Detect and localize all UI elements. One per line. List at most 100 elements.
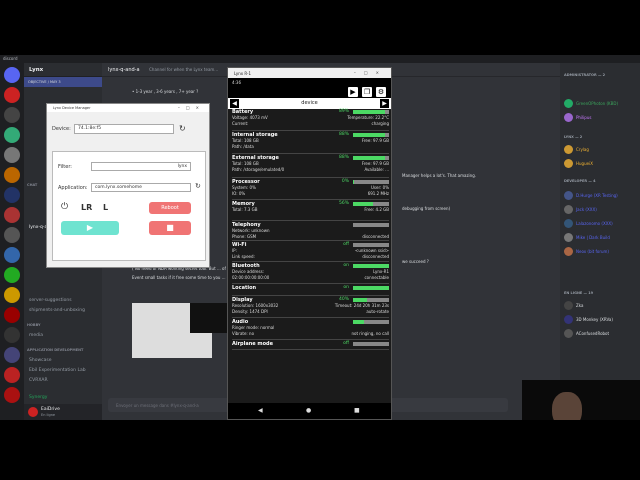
info-value: Free: 4.2 GB bbox=[364, 207, 389, 212]
avatar bbox=[564, 191, 573, 200]
stop-button[interactable]: ■ bbox=[149, 221, 191, 235]
arrow-right-icon[interactable]: ▶ bbox=[380, 99, 389, 108]
l-button[interactable]: L bbox=[103, 203, 108, 212]
play-button[interactable]: ▶ bbox=[61, 221, 119, 235]
user-status: En ligne bbox=[41, 413, 56, 417]
channel-item[interactable]: shipments-and-unboxing bbox=[29, 308, 85, 313]
info-section: Battery 89% Voltage: 4073 mV Temperature: 2… bbox=[232, 109, 389, 131]
channel-item[interactable]: Showcase bbox=[29, 358, 52, 363]
info-value: Temperature: 22.2°C bbox=[347, 115, 389, 120]
info-key: Vibrate: no bbox=[232, 331, 255, 336]
usage-bar bbox=[353, 264, 389, 268]
server-icon[interactable] bbox=[4, 367, 20, 383]
settings-icon[interactable]: ⚙ bbox=[376, 87, 386, 97]
usage-bar bbox=[353, 180, 389, 184]
info-key: Voltage: 4073 mV bbox=[232, 115, 268, 120]
info-section: Bluetooth on Device address: Lynx-R1 02:00:0… bbox=[232, 263, 389, 284]
copy-icon[interactable]: ❐ bbox=[362, 87, 372, 97]
server-icon[interactable] bbox=[4, 227, 20, 243]
usage-bar bbox=[353, 110, 389, 114]
server-icon[interactable] bbox=[4, 347, 20, 363]
info-value: disconnected bbox=[362, 254, 389, 259]
member-category: DEVELOPER — 4 bbox=[564, 179, 596, 183]
back-icon[interactable]: ◀ bbox=[258, 407, 263, 414]
section-percent: 89% bbox=[338, 109, 349, 114]
server-icon[interactable] bbox=[4, 107, 20, 123]
refresh-icon[interactable]: ↻ bbox=[195, 182, 201, 190]
server-icon[interactable] bbox=[4, 207, 20, 223]
info-key: Network: unknown bbox=[232, 228, 270, 233]
channel-item[interactable]: server-suggestions bbox=[29, 298, 72, 303]
recents-icon[interactable]: ■ bbox=[354, 407, 360, 414]
usage-bar bbox=[353, 243, 389, 247]
channel-item[interactable]: CVRXAR bbox=[29, 378, 48, 383]
server-icon[interactable] bbox=[4, 287, 20, 303]
arrow-left-icon[interactable]: ◀ bbox=[230, 99, 239, 108]
channel-item[interactable]: media bbox=[29, 333, 43, 338]
app-titlebar: discord bbox=[0, 55, 640, 63]
filter-input[interactable]: lynx bbox=[91, 162, 191, 171]
window-title: Lynx R-1 bbox=[234, 71, 252, 76]
info-key: Link speed: bbox=[232, 254, 255, 259]
page-header: ◀ device ▶ bbox=[228, 98, 391, 109]
refresh-icon[interactable]: ↻ bbox=[179, 124, 186, 133]
avatar[interactable] bbox=[28, 407, 38, 417]
channel-title: lynx-q-and-a bbox=[108, 67, 140, 73]
server-icon[interactable] bbox=[4, 247, 20, 263]
avatar bbox=[564, 159, 573, 168]
section-percent: 88% bbox=[338, 132, 349, 137]
info-value: Lynx-R1 bbox=[373, 269, 389, 274]
message-text: • 1-3 year , 3-6 years , 7+ year ? bbox=[132, 89, 199, 94]
usage-bar-fill bbox=[353, 133, 385, 137]
usage-bar bbox=[353, 298, 389, 302]
server-icon[interactable] bbox=[4, 327, 20, 343]
avatar bbox=[564, 99, 573, 108]
server-icon[interactable] bbox=[4, 307, 20, 323]
member-name: GreenOPhoton (KBD) bbox=[576, 101, 619, 106]
server-icon[interactable] bbox=[4, 167, 20, 183]
reboot-button[interactable]: Reboot bbox=[149, 202, 191, 214]
play-icon[interactable]: ▶ bbox=[348, 87, 358, 97]
power-icon[interactable]: ⏻ bbox=[61, 202, 68, 212]
member-list: ADMINISTRATOR — 2 GreenOPhoton (KBD) Phi… bbox=[560, 63, 640, 420]
section-percent: off bbox=[343, 242, 349, 247]
android-status-bar: 4:36 bbox=[228, 78, 391, 86]
application-select[interactable]: com.lynx.somehome bbox=[91, 183, 191, 192]
member-name: 3D Monkey (XRVa) bbox=[576, 317, 613, 322]
info-key: Resolution: 1600x3032 bbox=[232, 303, 279, 308]
server-icon[interactable] bbox=[4, 127, 20, 143]
voice-status[interactable]: Synergy bbox=[29, 395, 47, 400]
lr-button[interactable]: LR bbox=[81, 203, 92, 212]
home-icon[interactable]: ● bbox=[306, 407, 311, 414]
info-key: Total: 7.3 GB bbox=[232, 207, 258, 212]
usage-bar bbox=[353, 133, 389, 137]
info-key: Total: 108 GB bbox=[232, 138, 259, 143]
info-section: Display 40% Resolution: 1600x3032 Timeout: … bbox=[232, 297, 389, 318]
server-icon[interactable] bbox=[4, 187, 20, 203]
window-controls[interactable]: –□× bbox=[354, 70, 387, 75]
discord-home-icon[interactable] bbox=[4, 67, 20, 83]
usage-bar bbox=[353, 202, 389, 206]
usage-bar bbox=[353, 286, 389, 290]
window-controls[interactable]: –□× bbox=[178, 105, 205, 110]
section-title: Location bbox=[232, 285, 257, 291]
device-select[interactable]: 74.1:8e:f5 bbox=[74, 124, 174, 134]
filter-label: Filter: bbox=[58, 164, 72, 170]
server-name[interactable]: Lynx bbox=[24, 63, 102, 77]
member-name: AConfusedRobot bbox=[576, 331, 610, 336]
category-hobby[interactable]: HOBBY bbox=[27, 323, 41, 327]
info-section: Audio Ringer mode: normal Vibrate: no not r… bbox=[232, 319, 389, 340]
server-icon[interactable] bbox=[4, 387, 20, 403]
info-value: auto-rotate bbox=[366, 309, 389, 314]
server-icon[interactable] bbox=[4, 147, 20, 163]
server-icon[interactable] bbox=[4, 267, 20, 283]
channel-item[interactable]: Ebil Experimentation Lab bbox=[29, 368, 86, 373]
server-icon[interactable] bbox=[4, 87, 20, 103]
category-appdev[interactable]: APPLICATION DEVELOPMENT bbox=[27, 348, 83, 352]
info-value: 691.2 MHz bbox=[367, 191, 389, 196]
avatar bbox=[564, 233, 573, 242]
message-attachment-image[interactable] bbox=[190, 303, 230, 333]
member-name: Crylag bbox=[576, 147, 589, 152]
category-chat[interactable]: CHAT bbox=[27, 183, 37, 187]
emulator-window: Lynx R-1 –□× 4:36 ▶ ❐ ⚙ ◀ device ▶ Batte… bbox=[227, 67, 392, 420]
